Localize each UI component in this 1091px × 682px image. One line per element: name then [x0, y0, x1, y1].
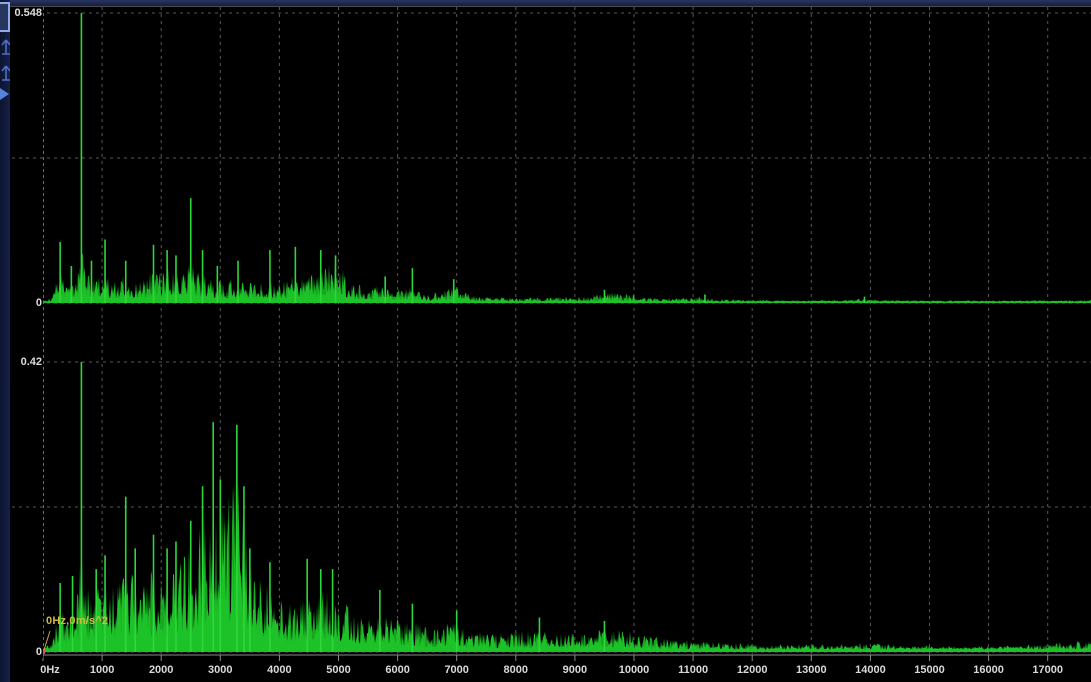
x-tick-label: 10000 [606, 664, 662, 676]
y-axis-zero-label-top: 0 [7, 297, 43, 309]
x-tick-label: 11000 [665, 664, 721, 676]
vertical-cursor-tool-icon[interactable] [0, 38, 10, 58]
x-tick-label: 1000 [74, 664, 130, 676]
x-tick-label: 14000 [842, 664, 898, 676]
x-tick-label: 18000 [1079, 664, 1091, 676]
harmonic-cursor-tool-icon[interactable] [0, 63, 10, 83]
pointer-arrow-icon[interactable] [0, 88, 9, 100]
x-tick-label: 0Hz [22, 664, 78, 676]
x-tick-label: 9000 [547, 664, 603, 676]
window-top-strip [0, 0, 1091, 7]
y-axis-max-label-top: 0.548 [7, 7, 43, 19]
x-tick-label: 12000 [724, 664, 780, 676]
left-toolbar [0, 0, 10, 682]
x-tick-label: 17000 [1020, 664, 1076, 676]
y-axis-zero-label-bottom: 0 [7, 646, 43, 658]
spectrum-plot-canvas[interactable] [0, 0, 1091, 682]
x-tick-label: 7000 [429, 664, 485, 676]
y-axis-max-label-bottom: 0.42 [7, 356, 43, 368]
x-tick-label: 2000 [133, 664, 189, 676]
cursor-readout-label: 0Hz,0m/s^2 [46, 615, 108, 627]
x-tick-label: 13000 [783, 664, 839, 676]
x-tick-label: 16000 [961, 664, 1017, 676]
spectrum-analyzer-window: 0.548 0 0.42 0 0Hz1000200030004000 500060… [0, 0, 1091, 682]
x-tick-label: 8000 [488, 664, 544, 676]
x-tick-label: 3000 [192, 664, 248, 676]
x-tick-label: 6000 [370, 664, 426, 676]
x-axis-tick-labels: 0Hz1000200030004000500060007000800090001… [0, 664, 1091, 680]
selected-tool-box-icon[interactable] [0, 2, 10, 32]
x-tick-label: 4000 [251, 664, 307, 676]
x-tick-label: 15000 [902, 664, 958, 676]
x-tick-label: 5000 [311, 664, 367, 676]
